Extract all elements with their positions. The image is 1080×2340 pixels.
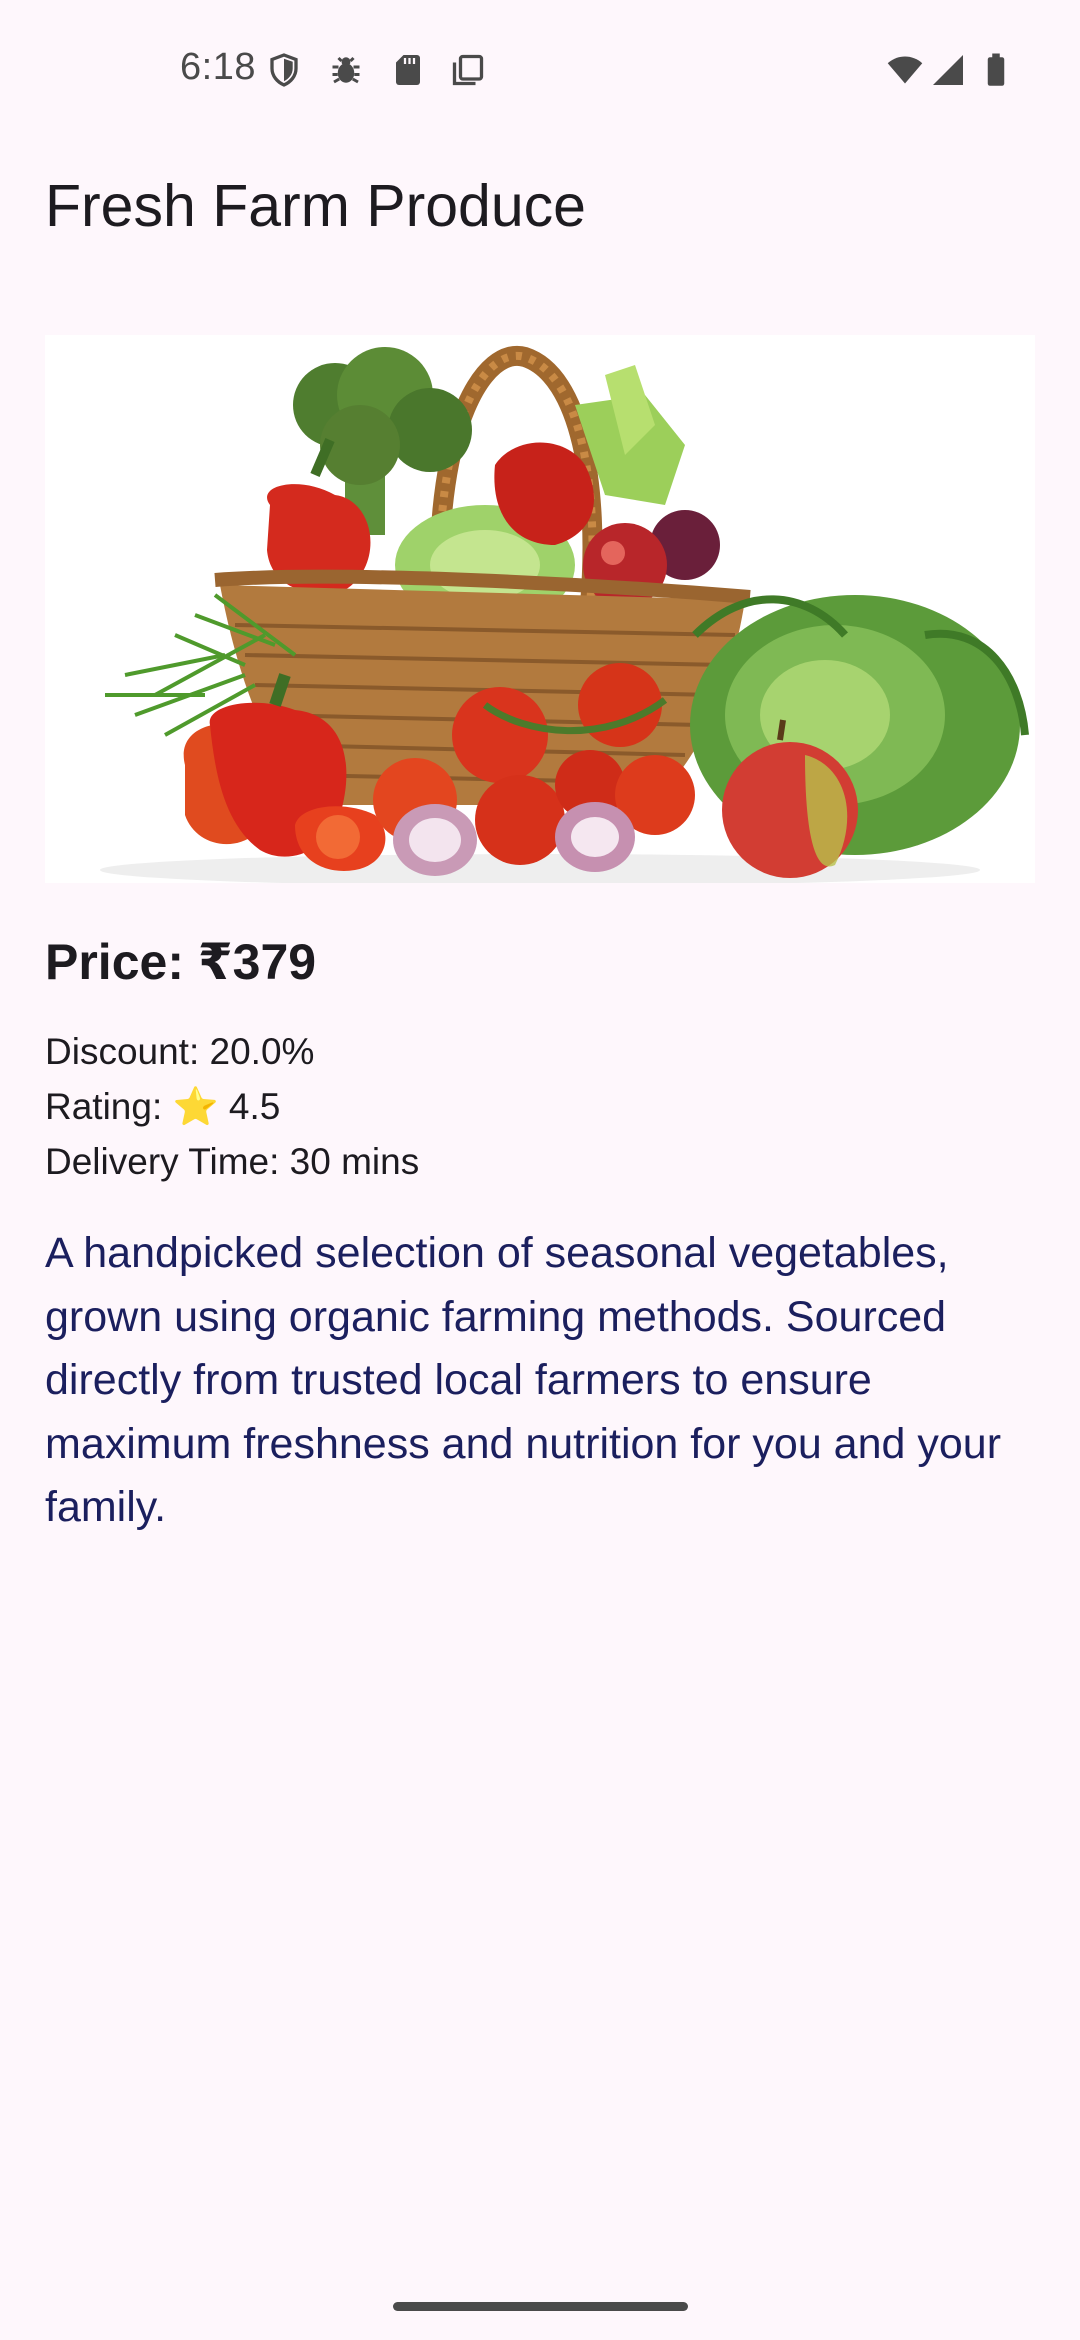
product-discount: Discount: 20.0% [45,1031,315,1072]
status-bar: 6:18 [0,0,1080,140]
product-rating: Rating: ⭐ 4.5 [45,1086,281,1127]
wifi-icon [885,52,925,88]
battery-icon [978,52,1014,88]
page-title: Fresh Farm Produce [45,173,586,239]
home-indicator[interactable] [393,2302,688,2311]
shield-icon [266,52,302,88]
basket-of-vegetables-image [45,335,1035,883]
product-price: Price: ₹379 [45,934,317,990]
bug-icon [328,52,364,88]
sd-card-icon [390,52,426,88]
signal-icon [930,52,966,88]
status-time: 6:18 [180,46,256,88]
copy-icon [450,52,486,88]
product-description: A handpicked selection of seasonal veget… [45,1229,1002,1531]
product-delivery-time: Delivery Time: 30 mins [45,1141,420,1182]
product-detail-screen: 6:18 Fresh Farm Produce Price: ₹379 Disc… [0,0,1080,2340]
